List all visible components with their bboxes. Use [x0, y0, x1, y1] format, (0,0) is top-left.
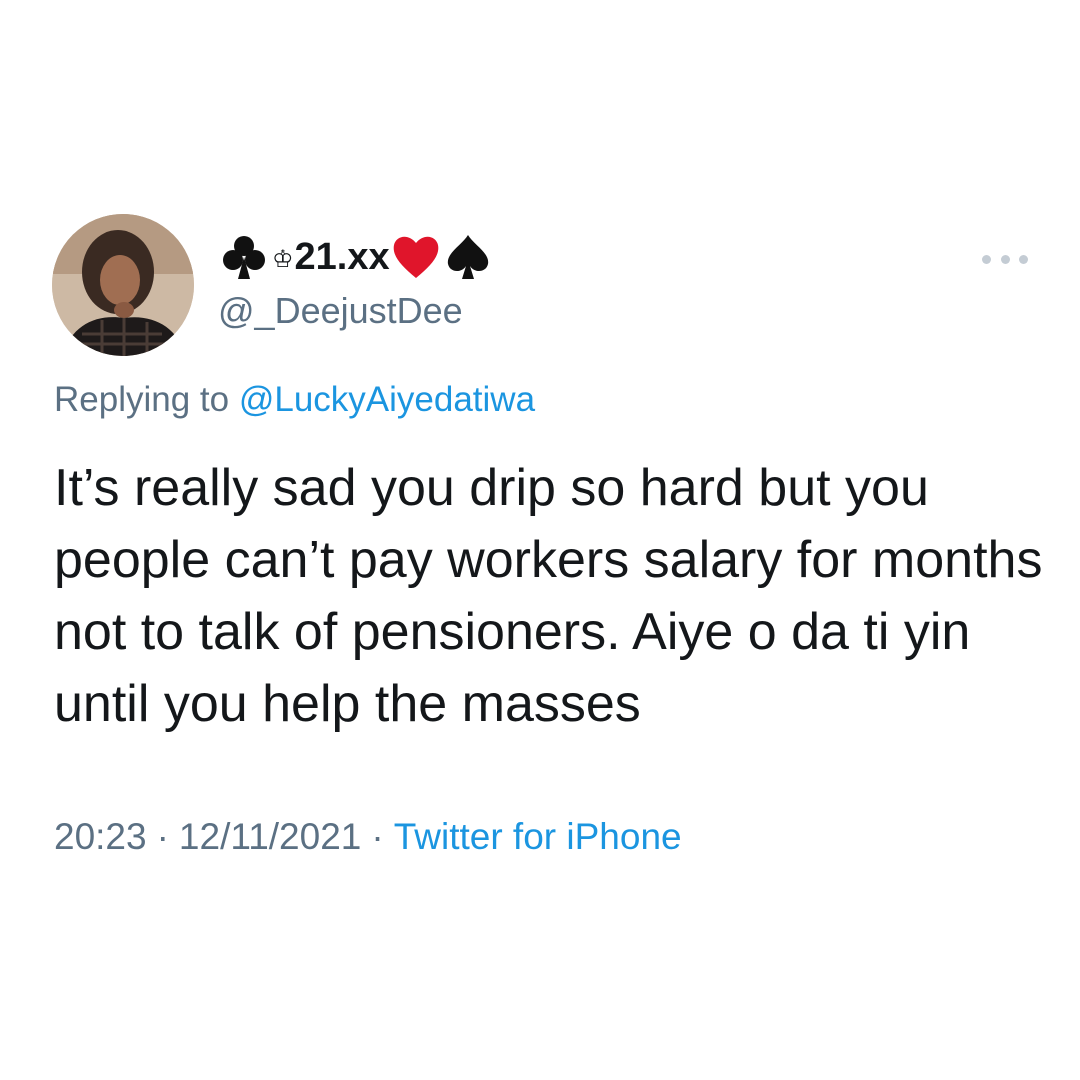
tweet-card: ♔ 21.xx @_DeejustDee Replying to @LuckyA… [0, 0, 1080, 1080]
avatar[interactable] [52, 214, 194, 356]
tweet-text: It’s really sad you drip so hard but you… [54, 459, 1043, 733]
replying-to: Replying to @LuckyAiyedatiwa [54, 380, 535, 420]
tweet-time[interactable]: 20:23 [54, 816, 147, 857]
more-horizontal-icon [1000, 254, 1010, 264]
display-name[interactable]: ♔ 21.xx [218, 228, 494, 286]
more-horizontal-icon [1019, 254, 1028, 264]
display-name-text: 21.xx [294, 235, 390, 278]
more-horizontal-icon [982, 254, 991, 264]
club-icon [218, 231, 270, 283]
separator: · [156, 816, 169, 857]
separator: · [371, 816, 384, 857]
replying-prefix: Replying to [54, 380, 239, 419]
user-info[interactable]: ♔ 21.xx @_DeejustDee [218, 228, 494, 332]
crown-icon: ♔ [272, 245, 294, 273]
tweet-date[interactable]: 12/11/2021 [179, 816, 361, 857]
tweet-source-link[interactable]: Twitter for iPhone [394, 816, 682, 857]
user-handle[interactable]: @_DeejustDee [218, 290, 494, 332]
tweet-meta: 20:23 · 12/11/2021 · Twitter for iPhone [54, 816, 682, 858]
spade-icon [442, 231, 494, 283]
heart-icon [390, 231, 442, 283]
more-options-button[interactable] [982, 246, 1028, 272]
replying-to-link[interactable]: @LuckyAiyedatiwa [239, 380, 535, 419]
